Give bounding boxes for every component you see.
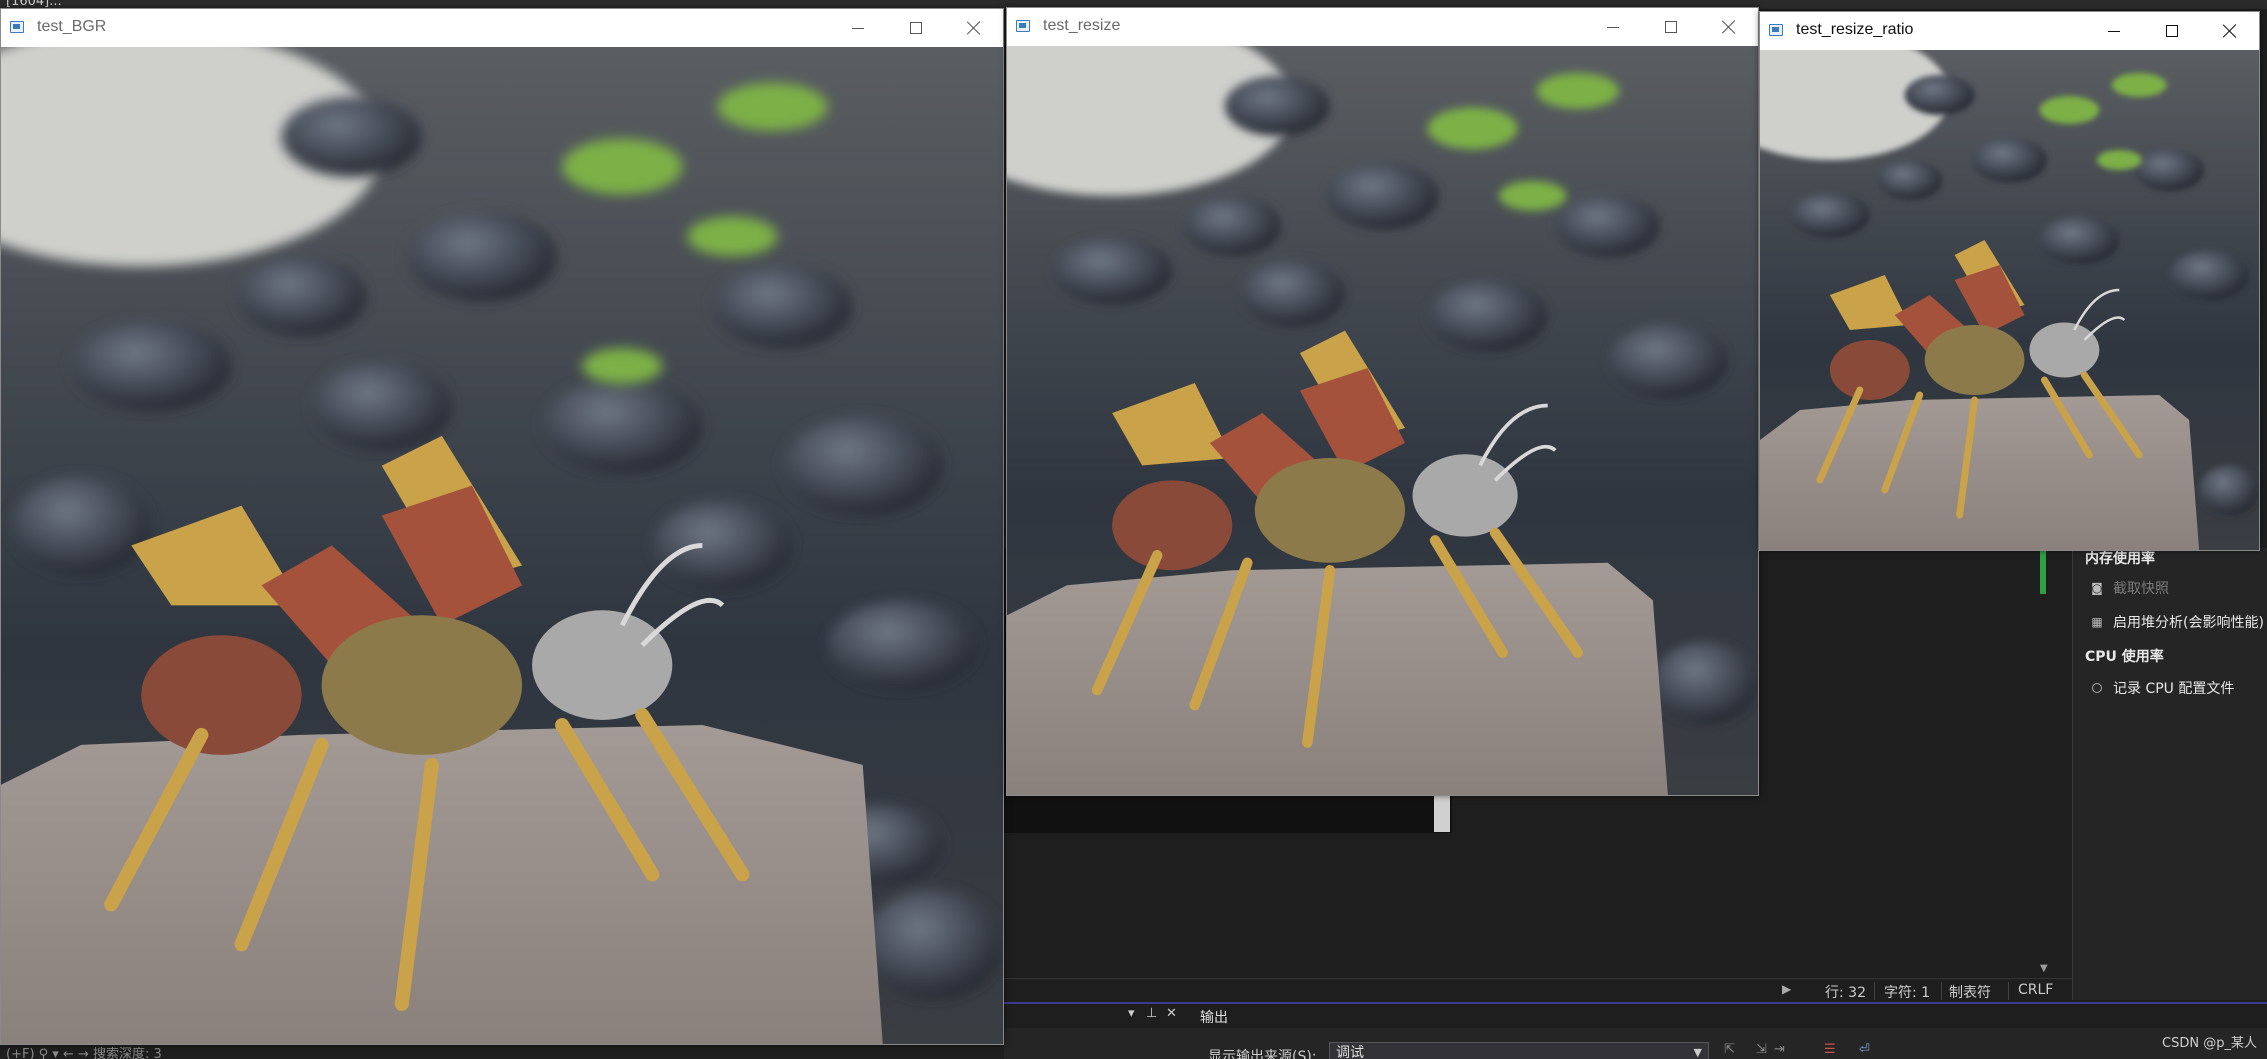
window-test-resize-ratio[interactable]: test_resize_ratio <box>1759 11 2260 551</box>
photo-ant-robot <box>1007 46 1758 795</box>
heap-profiling-label: 启用堆分析(会影响性能) <box>2113 615 2264 631</box>
grid-icon: ▦ <box>2091 615 2103 629</box>
take-snapshot-button[interactable]: ◙ 截取快照 <box>2089 578 2169 598</box>
window-test-bgr[interactable]: test_BGR <box>0 8 1004 1045</box>
output-source-value: 调试 <box>1336 1045 1364 1059</box>
editor-vertical-scrollbar[interactable]: ▼ <box>2038 548 2052 978</box>
minimize-button[interactable] <box>1584 8 1642 46</box>
minimize-button[interactable] <box>829 9 887 47</box>
line-ending[interactable]: CRLF <box>2018 982 2053 998</box>
take-snapshot-label: 截取快照 <box>2113 581 2169 597</box>
image-canvas <box>1760 50 2259 550</box>
close-button[interactable] <box>945 9 1003 47</box>
camera-icon: ◙ <box>2091 581 2103 595</box>
window-titlebar[interactable]: test_BGR <box>1 9 1003 47</box>
indent-mode[interactable]: 制表符 <box>1949 982 1991 1002</box>
app-icon <box>10 21 24 33</box>
search-toolbar-text: (+F) ⚲ ▾ ← → 搜索深度: 3 <box>6 1047 162 1059</box>
close-icon <box>967 21 981 35</box>
divider <box>1874 982 1875 1000</box>
close-button[interactable] <box>1700 8 1758 46</box>
close-icon[interactable]: ✕ <box>1166 1006 1177 1021</box>
find-next-icon[interactable]: ⇲ <box>1756 1042 1767 1057</box>
record-icon <box>2092 683 2102 693</box>
divider <box>2008 982 2009 1000</box>
output-toolbar: 显示输出来源(S): 调试 ▼ ⇱ ⇲ ⇥ ☰ ⏎ CSDN @p_某人 <box>1004 1028 2267 1059</box>
memory-usage-graph-bar <box>2040 548 2046 594</box>
play-icon[interactable]: ▶ <box>1782 982 1791 996</box>
maximize-icon <box>910 22 922 34</box>
minimize-button[interactable] <box>2085 12 2143 50</box>
minimize-icon <box>1607 26 1619 28</box>
chevron-down-icon: ▼ <box>1693 1046 1702 1059</box>
left-bottom-toolbar: (+F) ⚲ ▾ ← → 搜索深度: 3 <box>0 1043 1004 1059</box>
image-canvas <box>1007 46 1758 795</box>
memory-usage-heading: 内存使用率 <box>2085 551 2155 567</box>
window-title: test_BGR <box>37 18 107 35</box>
window-test-resize[interactable]: test_resize <box>1006 7 1759 796</box>
minimize-icon <box>852 27 864 29</box>
close-button[interactable] <box>2201 12 2259 50</box>
photo-ant-robot <box>1 47 1003 1044</box>
minimize-icon <box>2108 30 2120 32</box>
watermark: CSDN @p_某人 <box>2162 1036 2257 1051</box>
maximize-icon <box>2166 25 2178 37</box>
char-number[interactable]: 字符: 1 <box>1884 982 1930 1002</box>
image-canvas <box>1 47 1003 1044</box>
record-cpu-profile-button[interactable]: 记录 CPU 配置文件 <box>2089 678 2234 698</box>
editor-status-bar: ▶ 行: 32 字符: 1 制表符 CRLF <box>1004 978 2072 1002</box>
record-cpu-profile-label: 记录 CPU 配置文件 <box>2113 681 2235 697</box>
close-icon <box>1722 20 1736 34</box>
output-source-select[interactable]: 调试 ▼ <box>1329 1042 1709 1059</box>
window-titlebar[interactable]: test_resize_ratio <box>1760 12 2259 50</box>
maximize-button[interactable] <box>1642 8 1700 46</box>
output-tab[interactable]: 输出 <box>1200 1007 1228 1027</box>
close-icon <box>2223 24 2237 38</box>
word-wrap-icon[interactable]: ⏎ <box>1859 1042 1870 1057</box>
output-source-label: 显示输出来源(S): <box>1208 1049 1317 1059</box>
maximize-icon <box>1665 21 1677 33</box>
output-panel-header: ▾ ⊥ ✕ 输出 <box>1004 1002 2267 1028</box>
maximize-button[interactable] <box>887 9 945 47</box>
maximize-button[interactable] <box>2143 12 2201 50</box>
window-title: test_resize_ratio <box>1796 21 1914 38</box>
line-number[interactable]: 行: 32 <box>1825 982 1866 1002</box>
photo-ant-robot <box>1760 50 2259 550</box>
find-previous-icon[interactable]: ⇱ <box>1724 1042 1735 1057</box>
diagnostic-tools-panel: 内存使用率 ◙ 截取快照 ▦ 启用堆分析(会影响性能) CPU 使用率 记录 C… <box>2072 548 2267 1000</box>
clear-all-icon[interactable]: ☰ <box>1824 1042 1836 1057</box>
scroll-handle[interactable] <box>1434 796 1450 832</box>
cpu-usage-heading: CPU 使用率 <box>2085 649 2164 665</box>
app-icon <box>1016 20 1030 32</box>
scroll-down-icon[interactable]: ▼ <box>2040 963 2048 974</box>
window-titlebar[interactable]: test_resize <box>1007 8 1758 46</box>
dropdown-icon[interactable]: ▾ <box>1128 1006 1135 1021</box>
divider <box>1941 982 1942 1000</box>
app-icon <box>1769 24 1783 36</box>
window-title: test_resize <box>1043 17 1121 34</box>
pin-icon[interactable]: ⊥ <box>1146 1006 1157 1021</box>
goto-icon[interactable]: ⇥ <box>1774 1042 1785 1057</box>
heap-profiling-toggle[interactable]: ▦ 启用堆分析(会影响性能) <box>2089 612 2264 632</box>
